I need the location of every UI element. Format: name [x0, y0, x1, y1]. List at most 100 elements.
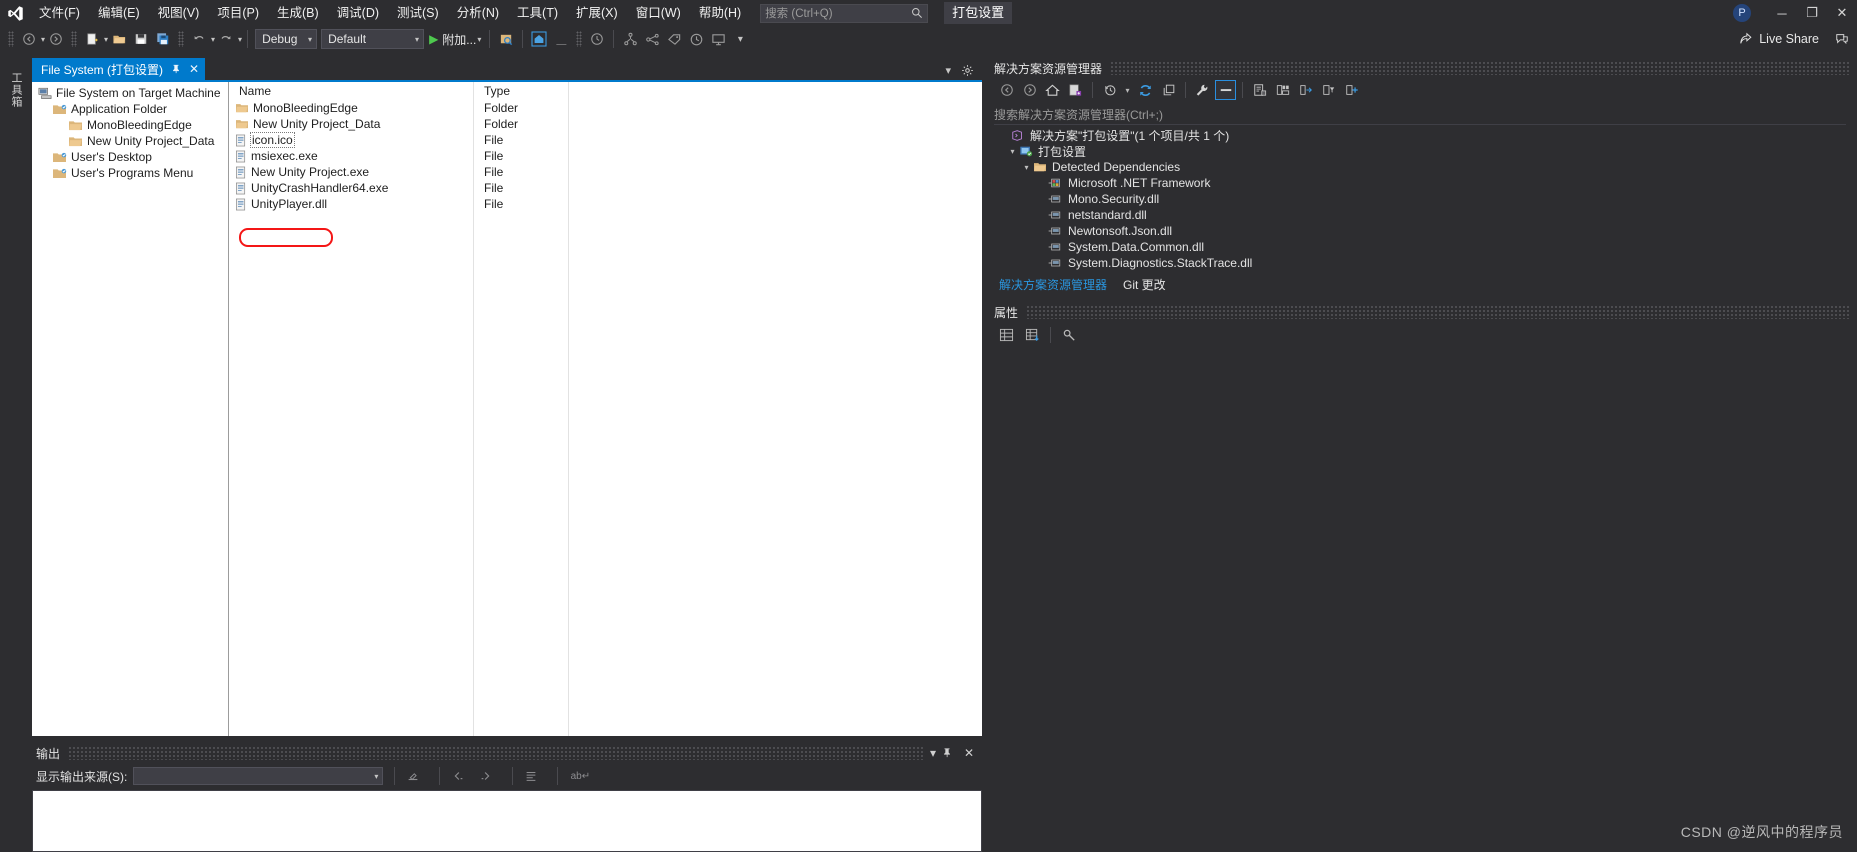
back-icon[interactable]: [996, 80, 1017, 100]
platform-combo[interactable]: Default ▾: [321, 29, 425, 49]
node-detected-dependencies[interactable]: ▾ Detected Dependencies: [988, 159, 1850, 175]
add-icon[interactable]: [1341, 80, 1362, 100]
toolbar-grip-4[interactable]: [576, 31, 583, 47]
menu-item-view[interactable]: 视图(V): [149, 0, 209, 26]
save-icon[interactable]: [130, 28, 152, 50]
forward-icon[interactable]: [1019, 80, 1040, 100]
node-system-data-common-dll[interactable]: System.Data.Common.dll: [988, 239, 1850, 255]
back-icon[interactable]: [18, 28, 40, 50]
node-microsoft-net-framework[interactable]: Microsoft .NET Framework: [988, 175, 1850, 191]
chevron-down-icon[interactable]: ▾: [924, 746, 942, 760]
close-icon[interactable]: ✕: [189, 62, 199, 76]
tab-solution-explorer[interactable]: 解决方案资源管理器: [992, 274, 1114, 295]
menu-item-build[interactable]: 生成(B): [268, 0, 328, 26]
menu-item-help[interactable]: 帮助(H): [690, 0, 750, 26]
save-all-icon[interactable]: [152, 28, 174, 50]
refresh-icon[interactable]: [1135, 80, 1156, 100]
menu-item-window[interactable]: 窗口(W): [627, 0, 690, 26]
table-row[interactable]: icon.ico: [229, 132, 473, 148]
monitor-icon[interactable]: [707, 28, 729, 50]
sync-icon[interactable]: [1295, 80, 1316, 100]
configuration-combo[interactable]: Debug ▾: [255, 29, 318, 49]
pin-icon[interactable]: [942, 747, 960, 759]
feedback-pin-icon[interactable]: [1827, 26, 1857, 52]
table-row[interactable]: UnityPlayer.dll: [229, 196, 473, 212]
file-list-pane[interactable]: Name MonoBleedingEdge New Unity Project_…: [229, 82, 982, 736]
history-icon[interactable]: [685, 28, 707, 50]
quick-launch-search[interactable]: 搜索 (Ctrl+Q): [760, 3, 929, 23]
go-to-previous-icon[interactable]: [451, 769, 473, 783]
column-header-name[interactable]: Name: [229, 82, 473, 100]
tab-git-changes[interactable]: Git 更改: [1116, 273, 1173, 295]
history-icon[interactable]: [1099, 80, 1120, 100]
tag-icon[interactable]: [663, 28, 685, 50]
live-share-button[interactable]: Live Share: [1731, 28, 1827, 50]
redo-icon[interactable]: [215, 28, 237, 50]
toolbar-grip-2[interactable]: [71, 31, 78, 47]
close-icon[interactable]: ✕: [960, 746, 978, 760]
tree-node-application-folder[interactable]: Application Folder: [32, 101, 228, 117]
home-icon[interactable]: [1042, 80, 1063, 100]
chevron-expanded-icon[interactable]: ▾: [1006, 147, 1019, 156]
preview-selected-icon[interactable]: [1272, 80, 1293, 100]
menu-item-analyze[interactable]: 分析(N): [448, 0, 508, 26]
preview-icon[interactable]: [495, 28, 517, 50]
toolbar-more-icon[interactable]: ▾: [729, 28, 751, 50]
go-to-next-icon[interactable]: [479, 769, 501, 783]
table-row[interactable]: New Unity Project.exe: [229, 164, 473, 180]
attach-run-button[interactable]: ▶ 附加... ▾: [426, 28, 484, 50]
node-system-diagnostics-stacktrace-dll[interactable]: System.Diagnostics.StackTrace.dll: [988, 255, 1850, 271]
tree-node-users-programs-menu[interactable]: User's Programs Menu: [32, 165, 228, 181]
menu-item-extensions[interactable]: 扩展(X): [567, 0, 627, 26]
pending-changes-icon[interactable]: [1065, 80, 1086, 100]
chevron-expanded-icon[interactable]: ▾: [1020, 163, 1033, 172]
view-code-icon[interactable]: [1249, 80, 1270, 100]
menu-item-edit[interactable]: 编辑(E): [89, 0, 149, 26]
node-netstandard-dll[interactable]: netstandard.dll: [988, 207, 1850, 223]
toggle-wordwrap-icon[interactable]: [524, 769, 546, 783]
new-item-icon[interactable]: [81, 28, 103, 50]
clock-icon[interactable]: [586, 28, 608, 50]
tree-node-monobleedingedge[interactable]: MonoBleedingEdge: [32, 117, 228, 133]
toolbox-vertical-tab[interactable]: 工具箱: [6, 62, 24, 118]
node-mono-security-dll[interactable]: Mono.Security.dll: [988, 191, 1850, 207]
properties-wrench-icon[interactable]: [1192, 80, 1213, 100]
pin-icon[interactable]: [171, 64, 181, 74]
solution-explorer-tree[interactable]: 解决方案"打包设置"(1 个项目/共 1 个) ▾ 打包设置 ▾ Detecte…: [988, 127, 1850, 271]
menu-item-debug[interactable]: 调试(D): [328, 0, 388, 26]
tab-file-system[interactable]: File System (打包设置) ✕: [32, 58, 206, 80]
open-folder-icon[interactable]: [108, 28, 130, 50]
tree-node-target-machine[interactable]: File System on Target Machine: [32, 85, 228, 101]
solution-explorer-search-input[interactable]: 搜索解决方案资源管理器(Ctrl+;): [994, 104, 1846, 125]
output-source-combo[interactable]: ▾: [133, 767, 384, 785]
redo-dropdown-icon[interactable]: ▾: [238, 35, 242, 44]
tree-node-users-desktop[interactable]: User's Desktop: [32, 149, 228, 165]
table-row[interactable]: msiexec.exe: [229, 148, 473, 164]
filter-icon[interactable]: [1318, 80, 1339, 100]
node-newtonsoft-json-dll[interactable]: Newtonsoft.Json.dll: [988, 223, 1850, 239]
menu-item-file[interactable]: 文件(F): [30, 0, 89, 26]
tree-node-new-unity-project-data[interactable]: New Unity Project_Data: [32, 133, 228, 149]
menu-item-project[interactable]: 项目(P): [208, 0, 268, 26]
project-node-packaging[interactable]: ▾ 打包设置: [988, 143, 1850, 159]
branch-icon[interactable]: [641, 28, 663, 50]
property-pages-icon[interactable]: [1059, 325, 1079, 345]
menu-item-tools[interactable]: 工具(T): [508, 0, 567, 26]
show-all-files-icon[interactable]: [1215, 80, 1236, 100]
toolbar-grip-3[interactable]: [178, 31, 185, 47]
table-row[interactable]: New Unity Project_Data: [229, 116, 473, 132]
categorized-icon[interactable]: [996, 325, 1016, 345]
window-restore-button[interactable]: ❐: [1797, 0, 1827, 26]
find-icon[interactable]: ab↵: [569, 771, 591, 782]
toolbar-grip-1[interactable]: [8, 31, 14, 47]
alphabetical-icon[interactable]: [1022, 325, 1042, 345]
attach-dropdown-icon[interactable]: ▾: [477, 35, 481, 44]
gear-icon[interactable]: [961, 64, 974, 77]
table-row[interactable]: MonoBleedingEdge: [229, 100, 473, 116]
output-text-area[interactable]: [32, 790, 982, 852]
forward-icon[interactable]: [45, 28, 67, 50]
file-system-tree[interactable]: File System on Target Machine Applicatio…: [32, 82, 229, 736]
account-avatar[interactable]: P: [1733, 4, 1751, 22]
window-close-button[interactable]: ✕: [1827, 0, 1857, 26]
chevron-down-icon[interactable]: ▾: [945, 64, 951, 77]
